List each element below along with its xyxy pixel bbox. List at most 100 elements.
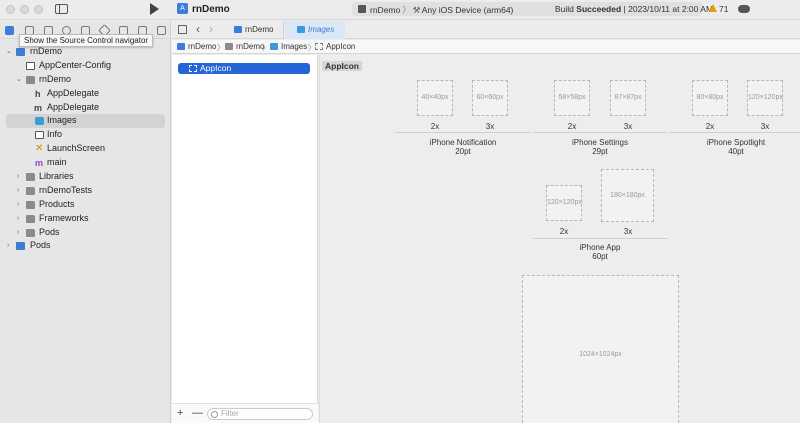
tree-item-label: LaunchScreen [47, 143, 106, 154]
zoom-window-button[interactable] [34, 5, 43, 14]
tab-rndemo[interactable]: rnDemo [224, 21, 284, 39]
filter-input[interactable]: Filter [207, 408, 313, 420]
tree-item-label: AppDelegate [47, 101, 100, 112]
tree-item[interactable]: m AppDelegate [0, 101, 171, 115]
tree-item[interactable]: Info [0, 128, 171, 142]
icon-slot[interactable]: 180×180px [601, 169, 654, 222]
chevron-down-icon[interactable]: ⌄ [16, 73, 22, 87]
project-navigator: Show the Source Control navigator ⌄ rnDe… [0, 21, 171, 423]
tree-item[interactable]: AppCenter-Config [0, 59, 171, 73]
chevron-right-icon[interactable]: › [17, 184, 19, 198]
tree-item-label: Info [47, 129, 63, 140]
asset-item-appicon[interactable]: AppIcon [178, 63, 310, 74]
group-size: 29pt [592, 147, 608, 156]
chevron-right-icon[interactable]: › [7, 239, 9, 253]
tree-item[interactable]: › Products [0, 198, 171, 212]
scheme-name[interactable]: rnDemo [370, 5, 400, 15]
forward-arrow-icon[interactable]: › [209, 22, 213, 36]
plist-icon [26, 61, 35, 70]
folder-icon [26, 228, 35, 237]
icon-slot[interactable]: 40×40px [417, 80, 453, 116]
tree-item[interactable]: › Frameworks [0, 212, 171, 226]
project-icon [16, 48, 25, 56]
tree-item[interactable]: h AppDelegate [0, 87, 171, 101]
group-size: 40pt [728, 147, 744, 156]
folder-icon [26, 186, 35, 195]
tree-item-label: main [47, 157, 67, 168]
asset-list-footer: + — Filter [172, 403, 318, 423]
cloud-icon[interactable] [738, 5, 750, 13]
tree-item[interactable]: › rnDemoTests [0, 184, 171, 198]
tree-item[interactable]: ⌄ rnDemo [0, 73, 171, 87]
tree-item-label: AppDelegate [47, 87, 100, 98]
project-title: rnDemo [192, 4, 230, 15]
tab-label: Images [308, 25, 335, 34]
chevron-right-icon: 〉 [217, 43, 225, 52]
tree-item[interactable]: ⌄ rnDemo [0, 45, 171, 59]
tree-item[interactable]: Images [6, 114, 165, 129]
chevron-right-icon[interactable]: › [17, 170, 19, 184]
build-prefix: Build [555, 4, 574, 14]
tree-item-label: Pods [39, 226, 60, 237]
chevron-down-icon[interactable]: ⌄ [6, 45, 12, 59]
back-arrow-icon[interactable]: ‹ [196, 22, 200, 36]
tree-item-label: rnDemo [30, 46, 63, 56]
build-result: Succeeded [576, 4, 622, 14]
marketing-icon-slot[interactable]: 1024×1024px [522, 275, 679, 423]
icon-slot[interactable]: 87×87px [610, 80, 646, 116]
chevron-right-icon: 〉 [262, 43, 270, 52]
tree-item[interactable]: › Libraries [0, 170, 171, 184]
tree-item[interactable]: m main [0, 156, 171, 170]
icon-slot[interactable]: 58×58px [554, 80, 590, 116]
folder-icon [26, 200, 35, 209]
minimize-window-button[interactable] [20, 5, 29, 14]
asset-catalog-icon [297, 26, 305, 33]
tree-item[interactable]: › Pods [0, 226, 171, 240]
icon-slot[interactable]: 60×60px [472, 80, 508, 116]
filter-icon [211, 411, 218, 418]
tree-item[interactable]: ✕ LaunchScreen [0, 142, 171, 156]
activity-view[interactable]: rnDemo 〉 ⚒Any iOS Device (arm64) Build Suc… [352, 2, 713, 16]
related-items-icon[interactable] [178, 25, 187, 34]
report-tab-icon[interactable] [157, 26, 166, 35]
tab-images[interactable]: Images [285, 21, 345, 39]
icon-slot[interactable]: 120×120px [546, 185, 582, 221]
project-icon [177, 43, 185, 50]
scale-label: 3x [485, 122, 495, 131]
close-window-button[interactable] [6, 5, 15, 14]
project-navigator-tab-icon[interactable] [5, 26, 14, 35]
window-toolbar: A rnDemo rnDemo 〉 ⚒Any iOS Device (arm64) … [0, 0, 800, 20]
header-file-icon: h [35, 88, 41, 99]
folder-icon [26, 173, 35, 182]
breadcrumb-label: AppIcon [326, 42, 356, 51]
sidebar-toggle-icon[interactable] [55, 4, 68, 14]
breadcrumb-item[interactable]: rnDemo [225, 42, 264, 51]
icon-slot[interactable]: 120×120px [747, 80, 783, 116]
asset-canvas: AppIcon 40×40px 60×60px 2x 3x iPhone Not… [319, 55, 800, 423]
chevron-right-icon[interactable]: › [17, 226, 19, 240]
icon-slot[interactable]: 80×80px [692, 80, 728, 116]
group-divider [533, 132, 668, 133]
add-asset-button[interactable]: + [177, 407, 183, 419]
warning-icon[interactable] [709, 4, 717, 12]
folder-icon [26, 214, 35, 223]
breadcrumb-label: Images [281, 42, 308, 51]
chevron-right-icon: 〉 [402, 5, 411, 15]
scale-label: 3x [760, 122, 770, 131]
breadcrumb-label: rnDemo [236, 42, 265, 51]
warning-count[interactable]: 71 [719, 4, 728, 14]
scheme-selector[interactable]: rnDemo 〉 ⚒Any iOS Device (arm64) [370, 4, 513, 16]
breadcrumb-item[interactable]: AppIcon [315, 42, 355, 51]
tree-item[interactable]: › Pods [0, 239, 171, 253]
breadcrumb-item[interactable]: rnDemo [177, 42, 216, 51]
chevron-right-icon[interactable]: › [17, 198, 19, 212]
breadcrumb-label: rnDemo [188, 42, 217, 51]
chevron-right-icon[interactable]: › [17, 212, 19, 226]
run-button[interactable] [150, 3, 159, 15]
destination-name[interactable]: Any iOS Device (arm64) [422, 5, 514, 15]
asset-item-label: AppIcon [200, 63, 232, 73]
scale-label: 2x [430, 122, 440, 131]
breadcrumb-item[interactable]: Images [270, 42, 307, 51]
remove-asset-button[interactable]: — [192, 407, 203, 419]
build-timestamp: | 2023/10/11 at 2:00 AM [623, 4, 714, 14]
